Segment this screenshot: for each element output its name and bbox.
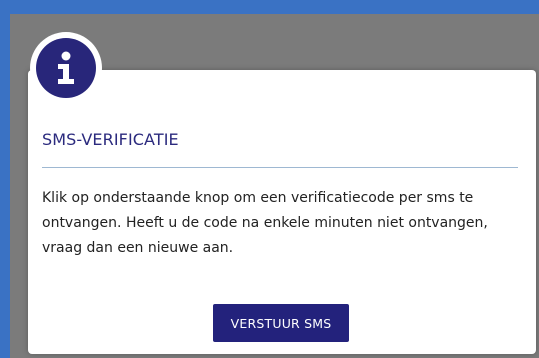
dialog-message: Klik op onderstaande knop om een verific… bbox=[42, 190, 488, 256]
dialog-title: SMS-VERIFICATIE bbox=[42, 130, 179, 149]
info-icon bbox=[36, 38, 96, 98]
send-sms-button[interactable]: VERSTUUR SMS bbox=[213, 304, 349, 342]
title-divider bbox=[42, 167, 518, 168]
info-badge bbox=[30, 32, 102, 104]
screen: SMS-VERIFICATIE Klik op onderstaande kno… bbox=[0, 0, 539, 358]
